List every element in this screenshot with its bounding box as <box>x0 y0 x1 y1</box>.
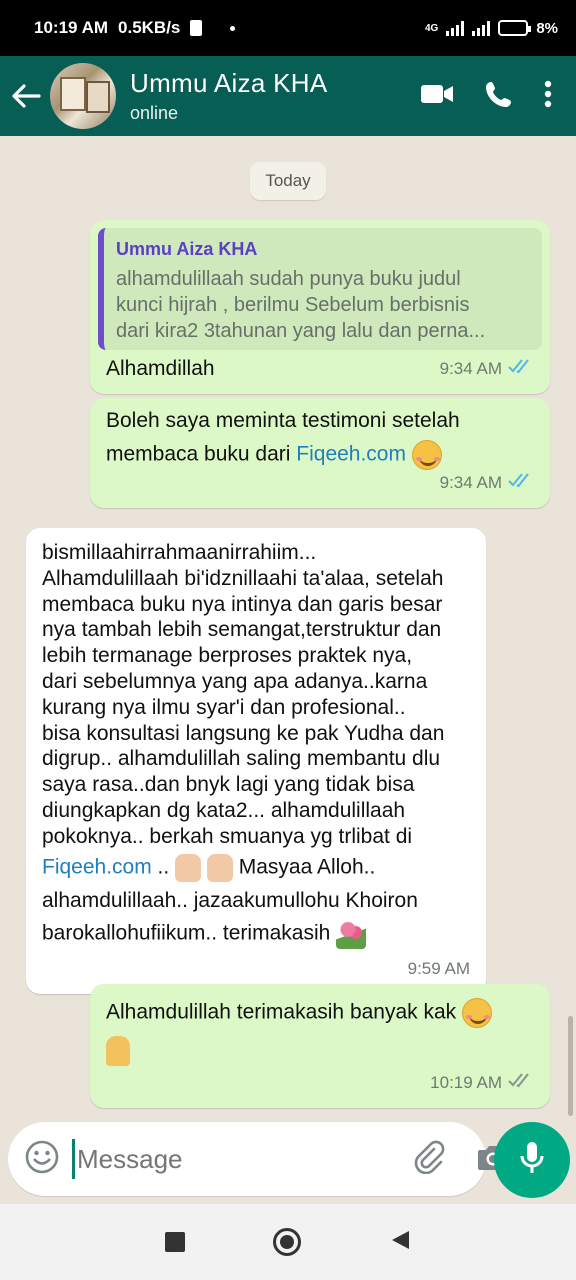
read-receipt-icon <box>508 356 534 382</box>
emoji-icon[interactable] <box>24 1139 60 1180</box>
clock: 10:19 AM <box>34 18 109 37</box>
message-bubble-outgoing[interactable]: Boleh saya meminta testimoni setelah mem… <box>90 398 550 508</box>
message-meta: 10:19 AM <box>430 1070 534 1096</box>
quoted-author: Ummu Aiza KHA <box>116 239 258 259</box>
chat-header: Ummu Aiza KHA online <box>0 56 576 136</box>
chat-area[interactable]: Today Ummu Aiza KHA alhamdulillaah sudah… <box>0 136 576 1116</box>
quoted-text: alhamdulillaah sudah punya buku judul ku… <box>116 268 486 342</box>
more-vert-icon[interactable] <box>544 80 552 113</box>
status-bar: 10:19 AM 0.5KB/s 4G 8% <box>0 0 576 56</box>
home-icon[interactable] <box>273 1228 301 1256</box>
battery-level: 8% <box>536 19 558 37</box>
message-bubble-outgoing[interactable]: Alhamdulillah terimakasih banyak kak 10:… <box>90 984 550 1108</box>
message-text: Alhamdillah <box>106 357 215 380</box>
recents-icon[interactable] <box>165 1232 185 1252</box>
phone-icon[interactable] <box>484 79 514 114</box>
message-time: 9:59 AM <box>407 959 470 978</box>
composer-bar <box>0 1116 576 1204</box>
message-bubble-incoming[interactable]: bismillaahirrahmaanirrahiim... Alhamduli… <box>26 528 486 994</box>
date-chip: Today <box>250 162 326 200</box>
scroll-indicator[interactable] <box>568 1016 573 1116</box>
back-nav-icon[interactable] <box>389 1229 411 1256</box>
message-meta: 9:34 AM <box>440 470 534 496</box>
message-meta: 9:34 AM <box>440 356 534 382</box>
attach-icon[interactable] <box>412 1140 446 1179</box>
link-fiqeeh[interactable]: Fiqeeh.com <box>42 855 152 878</box>
contact-status: online <box>130 103 179 123</box>
quoted-message[interactable]: Ummu Aiza KHA alhamdulillaah sudah punya… <box>98 228 542 350</box>
mic-button[interactable] <box>494 1122 570 1198</box>
message-bubble-outgoing[interactable]: Ummu Aiza KHA alhamdulillaah sudah punya… <box>90 220 550 394</box>
message-input[interactable] <box>72 1139 412 1179</box>
smiling-face-emoji-icon <box>462 998 493 1028</box>
message-time: 10:19 AM <box>430 1073 502 1092</box>
link-fiqeeh[interactable]: Fiqeeh.com <box>296 443 406 466</box>
thumbs-up-emoji-icon <box>175 853 202 882</box>
composer <box>8 1122 508 1196</box>
signal-icon-2 <box>472 20 491 36</box>
video-call-icon[interactable] <box>420 82 454 111</box>
message-meta: 9:59 AM <box>408 956 470 982</box>
read-receipt-icon <box>508 470 534 496</box>
message-text: Boleh saya meminta testimoni setelah mem… <box>106 408 460 470</box>
contact-info[interactable]: Ummu Aiza KHA online <box>130 68 420 124</box>
message-text: Alhamdulillah terimakasih banyak kak <box>106 998 493 1066</box>
thumbs-up-emoji-icon <box>206 853 233 882</box>
bouquet-emoji-icon <box>336 919 367 950</box>
system-nav-bar <box>0 1204 576 1280</box>
dot-icon <box>230 25 236 31</box>
avatar[interactable] <box>50 63 116 129</box>
folded-hands-emoji-icon <box>106 1036 130 1066</box>
battery-icon <box>498 20 532 36</box>
signal-icon <box>446 20 465 36</box>
network-type: 4G <box>424 22 439 34</box>
delivered-receipt-icon <box>508 1070 534 1096</box>
message-time: 9:34 AM <box>439 359 502 378</box>
smiling-face-emoji-icon <box>411 440 442 470</box>
message-time: 9:34 AM <box>439 473 502 492</box>
message-text: bismillaahirrahmaanirrahiim... Alhamduli… <box>42 540 444 950</box>
contact-name: Ummu Aiza KHA <box>130 68 328 98</box>
back-arrow-icon[interactable] <box>2 56 50 136</box>
mic-icon <box>518 1140 546 1181</box>
notification-icon <box>190 20 203 36</box>
net-speed: 0.5KB/s <box>118 18 181 37</box>
